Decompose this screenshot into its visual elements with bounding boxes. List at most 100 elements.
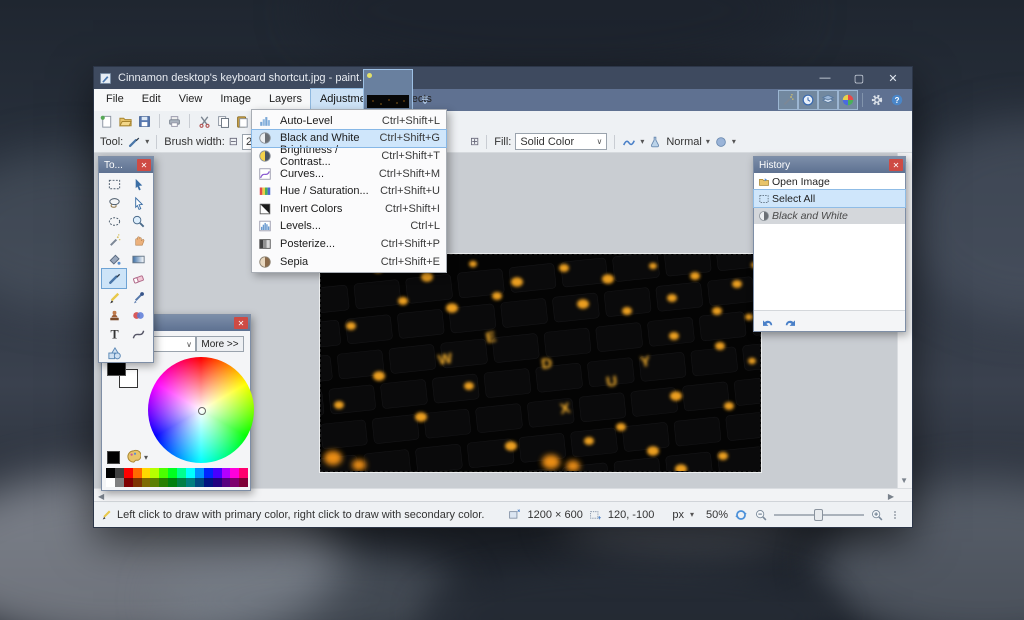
redo-button[interactable]: [783, 314, 798, 329]
zoom-in-button[interactable]: [870, 508, 884, 522]
palette-dropdown-arrow[interactable]: ▾: [144, 453, 148, 462]
tool-dropdown-arrow[interactable]: ▾: [145, 137, 149, 146]
history-window-close-icon[interactable]: ✕: [889, 159, 903, 171]
print-button[interactable]: [167, 114, 182, 129]
palette-swatch[interactable]: [106, 478, 115, 488]
palette-swatch[interactable]: [204, 478, 213, 488]
tools-window-close-icon[interactable]: ✕: [137, 159, 151, 171]
ellipse-select-tool[interactable]: [102, 213, 126, 232]
zoom-out-button[interactable]: [754, 508, 768, 522]
lasso-select-tool[interactable]: [102, 194, 126, 213]
menu-item-hue-saturation[interactable]: Hue / Saturation...Ctrl+Shift+U: [252, 182, 446, 200]
paintbrush-tool[interactable]: [102, 269, 126, 288]
palette-swatch[interactable]: [186, 478, 195, 488]
title-bar[interactable]: Cinnamon desktop's keyboard shortcut.jpg…: [94, 67, 912, 89]
current-tool-icon[interactable]: [127, 135, 141, 149]
menu-item-auto-level[interactable]: Auto-LevelCtrl+Shift+L: [252, 112, 446, 130]
palette-swatch[interactable]: [168, 468, 177, 478]
minimize-button[interactable]: —: [808, 67, 842, 89]
pan-tool[interactable]: [126, 231, 150, 250]
close-button[interactable]: ✕: [876, 67, 910, 89]
history-window-toggle[interactable]: [799, 91, 817, 109]
brush-width-increase[interactable]: ⊞: [470, 135, 479, 148]
menu-item-view[interactable]: View: [170, 89, 212, 111]
menu-item-posterize[interactable]: Posterize...Ctrl+Shift+P: [252, 235, 446, 253]
blend-mode-dropdown-arrow[interactable]: ▾: [706, 137, 710, 146]
scroll-down-arrow[interactable]: ▼: [900, 476, 908, 485]
palette-swatch[interactable]: [133, 468, 142, 478]
palette-swatch[interactable]: [213, 478, 222, 488]
palette-swatch[interactable]: [195, 468, 204, 478]
palette-swatch[interactable]: [222, 468, 231, 478]
colors-window-toggle[interactable]: [839, 91, 857, 109]
undo-button[interactable]: [760, 314, 775, 329]
color-target-select[interactable]: ∨: [148, 336, 196, 352]
menu-item-levels[interactable]: Levels...Ctrl+L: [252, 218, 446, 236]
menu-item-sepia[interactable]: SepiaCtrl+Shift+E: [252, 253, 446, 271]
palette-swatch[interactable]: [204, 468, 213, 478]
history-item-open-image[interactable]: Open Image: [754, 173, 905, 190]
menu-item-file[interactable]: File: [97, 89, 133, 111]
palette-swatch[interactable]: [142, 478, 151, 488]
menu-item-image[interactable]: Image: [211, 89, 260, 111]
eraser-tool[interactable]: [126, 269, 150, 288]
paste-button[interactable]: [235, 114, 250, 129]
tools-window-toggle[interactable]: [779, 91, 797, 109]
move-selected-pixels-tool[interactable]: [126, 175, 150, 194]
menu-item-brightness-contrast[interactable]: Brightness / Contrast...Ctrl+Shift+T: [252, 147, 446, 165]
line-curve-tool[interactable]: [126, 325, 150, 344]
color-picker-tool[interactable]: [126, 288, 150, 307]
pencil-tool[interactable]: [102, 288, 126, 307]
zoom-fit-button[interactable]: [734, 508, 748, 522]
palette-swatch[interactable]: [133, 478, 142, 488]
palette-swatch[interactable]: [150, 478, 159, 488]
palette-swatch[interactable]: [142, 468, 151, 478]
text-tool[interactable]: [102, 325, 126, 344]
palette-swatch[interactable]: [230, 478, 239, 488]
zoom-slider[interactable]: [774, 508, 864, 522]
history-item-black-and-white[interactable]: Black and White: [754, 207, 905, 224]
scroll-right-arrow[interactable]: ▶: [888, 492, 894, 501]
palette-swatch[interactable]: [159, 468, 168, 478]
palette-swatch[interactable]: [177, 478, 186, 488]
menu-item-edit[interactable]: Edit: [133, 89, 170, 111]
brush-width-decrease[interactable]: ⊟: [229, 135, 238, 148]
palette-swatch[interactable]: [168, 478, 177, 488]
palette-swatch[interactable]: [222, 478, 231, 488]
palette-swatch[interactable]: [106, 468, 115, 478]
history-window-titlebar[interactable]: History ✕: [754, 157, 905, 173]
zoom-slider-thumb[interactable]: [814, 509, 823, 521]
history-item-select-all[interactable]: Select All: [754, 190, 905, 207]
paint-bucket-tool[interactable]: [102, 250, 126, 269]
line-style-button[interactable]: [622, 135, 636, 149]
cut-button[interactable]: [197, 114, 212, 129]
palette-swatch[interactable]: [186, 468, 195, 478]
save-button[interactable]: [137, 114, 152, 129]
units-select[interactable]: px: [672, 509, 684, 521]
scroll-left-arrow[interactable]: ◀: [98, 492, 104, 501]
palette-swatch[interactable]: [115, 478, 124, 488]
tools-window-titlebar[interactable]: To... ✕: [99, 157, 153, 173]
palette-swatch[interactable]: [239, 478, 248, 488]
new-button[interactable]: [99, 114, 114, 129]
blend-mode-value[interactable]: Normal: [666, 136, 701, 148]
clone-stamp-tool[interactable]: [102, 307, 126, 326]
palette-swatch[interactable]: [195, 478, 204, 488]
colors-window-close-icon[interactable]: ✕: [234, 317, 248, 329]
palette-swatch[interactable]: [124, 468, 133, 478]
palette-swatch[interactable]: [239, 468, 248, 478]
zoom-tool[interactable]: [126, 213, 150, 232]
palette-swatch[interactable]: [124, 478, 133, 488]
maximize-button[interactable]: ▢: [842, 67, 876, 89]
color-wheel-selector[interactable]: [198, 407, 206, 415]
palette-swatch[interactable]: [213, 468, 222, 478]
settings-button[interactable]: [868, 91, 886, 109]
menu-item-layers[interactable]: Layers: [260, 89, 311, 111]
shapes-tool[interactable]: [102, 344, 126, 363]
add-color-swatch[interactable]: [107, 451, 120, 464]
palette-swatch[interactable]: [230, 468, 239, 478]
resize-grip[interactable]: [894, 511, 896, 519]
image-list-icon[interactable]: [419, 93, 431, 107]
recolor-tool[interactable]: [126, 307, 150, 326]
fill-style-select[interactable]: Solid Color ∨: [515, 133, 607, 150]
